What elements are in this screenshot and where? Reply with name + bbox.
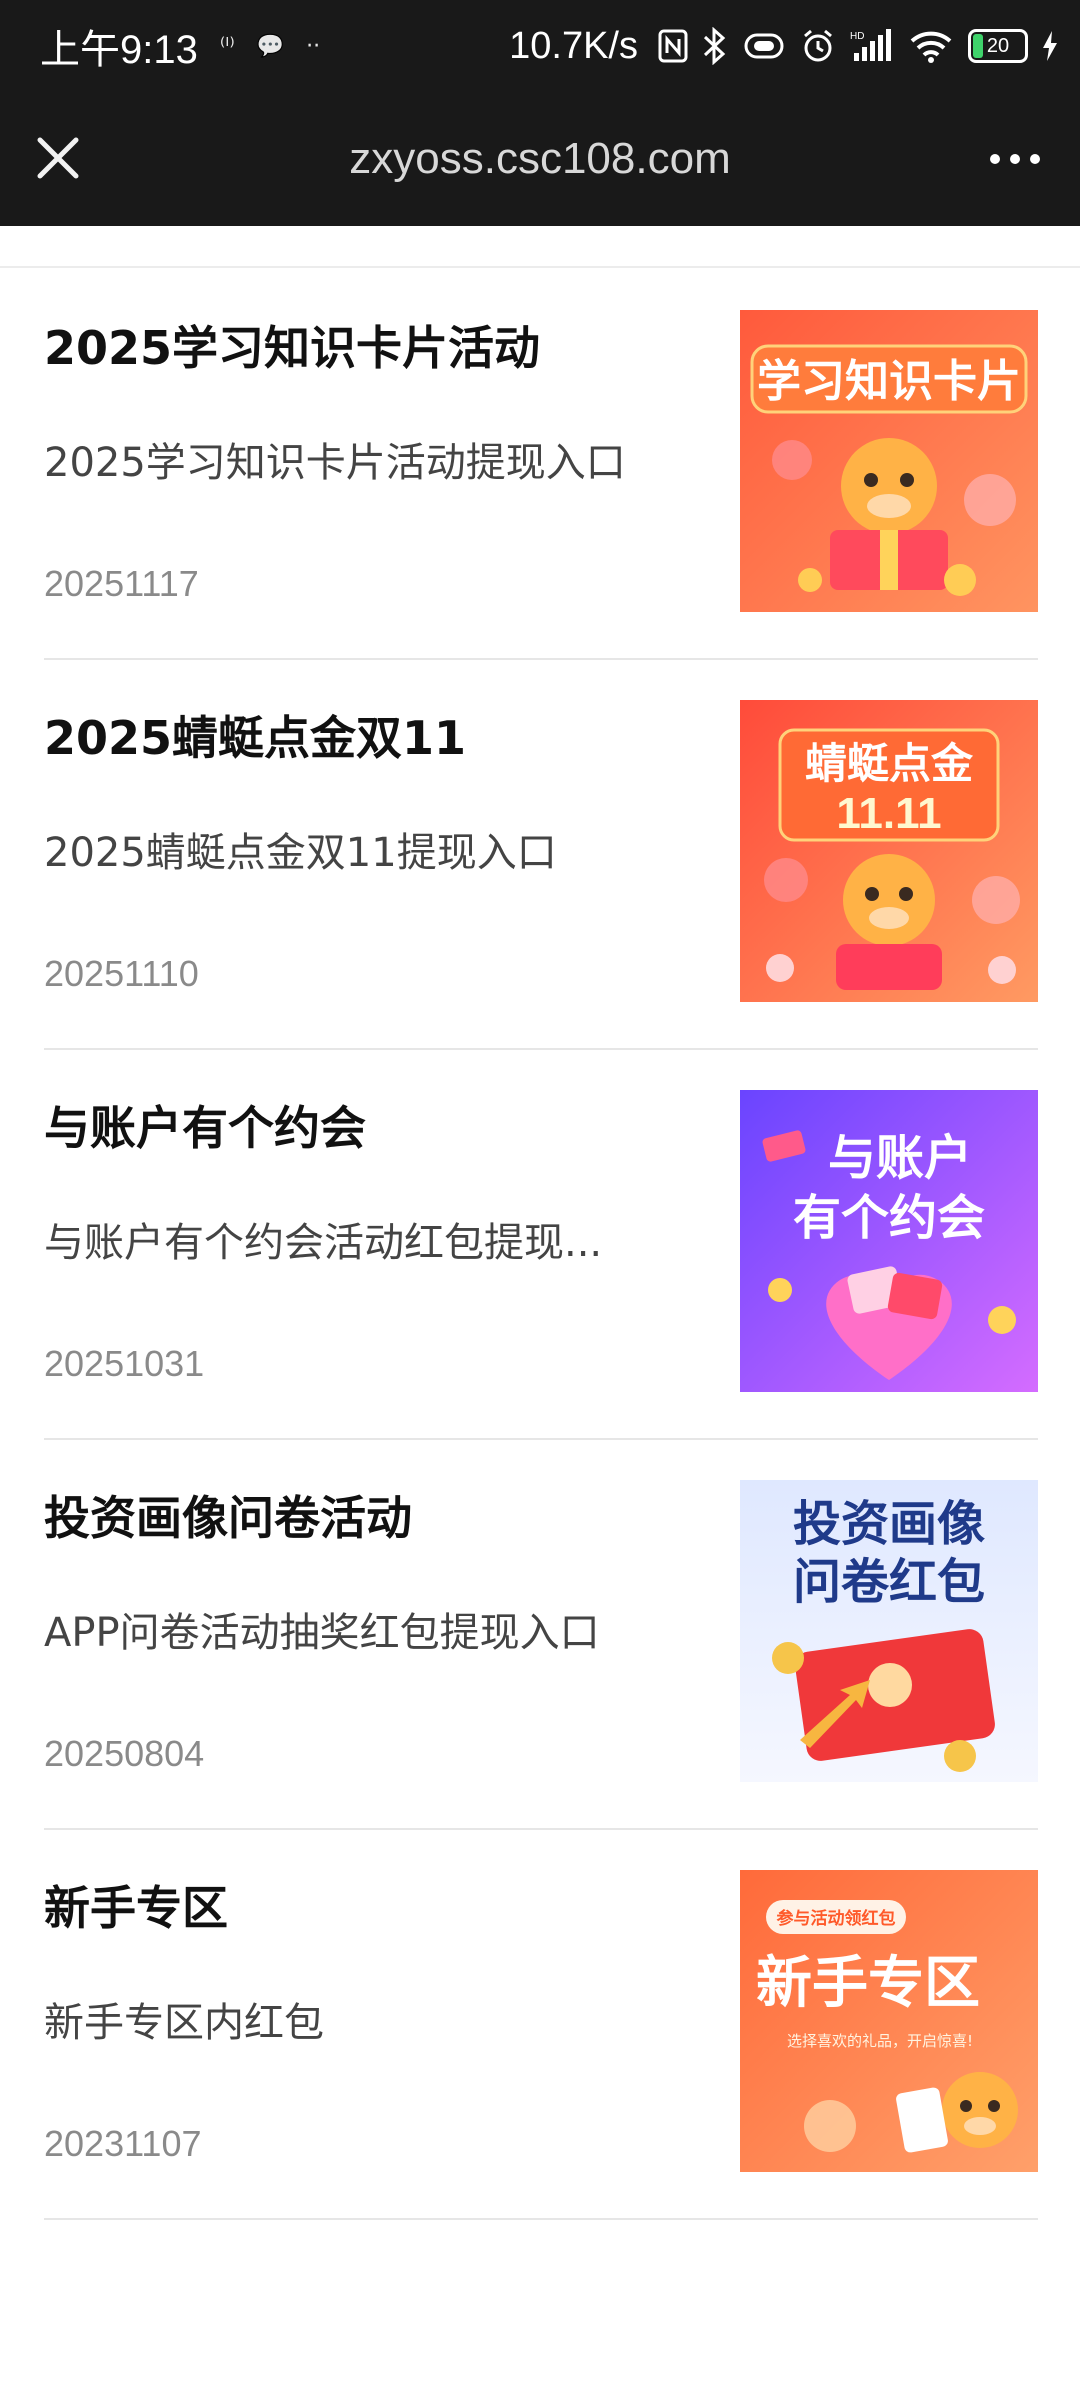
battery-icon: 20 xyxy=(968,29,1028,63)
item-title: 2025学习知识卡片活动 xyxy=(44,321,541,375)
item-description: 与账户有个约会活动红包提现... xyxy=(44,1220,603,1266)
item-date: 20251031 xyxy=(44,1343,205,1384)
wifi-icon xyxy=(908,29,954,63)
divider xyxy=(44,2218,1038,2220)
item-date: 20231107 xyxy=(44,2123,202,2164)
thumb-text: 选择喜欢的礼品，开启惊喜! xyxy=(787,2032,973,2050)
more-options-button[interactable] xyxy=(980,136,1050,182)
list-item[interactable]: 投资画像问卷活动 APP问卷活动抽奖红包提现入口 20250804 投资画像 问… xyxy=(0,1440,1080,1830)
item-thumbnail[interactable]: 投资画像 问卷红包 xyxy=(740,1480,1038,1782)
browser-header: zxyoss.csc108.com xyxy=(0,92,1080,226)
thumb-text: 问卷红包 xyxy=(793,1554,985,1610)
more-dot-icon xyxy=(990,154,1000,164)
item-date: 20250804 xyxy=(44,1733,205,1774)
thumb-text: 新手专区 xyxy=(756,1951,980,2016)
item-description: 2025蜻蜓点金双11提现入口 xyxy=(44,830,557,876)
list-item[interactable]: 2025蜻蜓点金双11 2025蜻蜓点金双11提现入口 20251110 蜻蜓点… xyxy=(0,660,1080,1050)
divider xyxy=(0,266,1080,268)
thumb-text: 与账户 xyxy=(828,1130,972,1186)
list-item[interactable]: 与账户有个约会 与账户有个约会活动红包提现... 20251031 与账户 有个… xyxy=(0,1050,1080,1440)
vibrate-icon xyxy=(742,31,786,61)
alarm-icon xyxy=(800,28,836,64)
item-thumbnail[interactable]: 与账户 有个约会 xyxy=(740,1090,1038,1392)
thumb-text: 有个约会 xyxy=(793,1190,985,1246)
item-description: 2025学习知识卡片活动提现入口 xyxy=(44,440,626,486)
item-thumbnail[interactable]: 参与活动领红包 新手专区 选择喜欢的礼品，开启惊喜! xyxy=(740,1870,1038,2172)
item-description: 新手专区内红包 xyxy=(44,2000,324,2046)
thumb-text: 参与活动领红包 xyxy=(777,1908,896,1929)
more-notifications-icon: ·· xyxy=(306,33,321,59)
thumb-text: 蜻蜓点金 xyxy=(805,739,974,788)
item-thumbnail[interactable]: 蜻蜓点金 11.11 xyxy=(740,700,1038,1002)
thumb-text: 11.11 xyxy=(836,789,941,838)
item-date: 20251110 xyxy=(44,953,199,994)
item-thumbnail[interactable]: 学习知识卡片 xyxy=(740,310,1038,612)
status-bar: 上午9:13 ⁽ᴵ⁾ 💬 ·· 10.7K/s HD 20 xyxy=(0,0,1080,92)
item-title: 2025蜻蜓点金双11 xyxy=(44,711,467,765)
item-description: APP问卷活动抽奖红包提现入口 xyxy=(44,1610,600,1656)
item-date: 20251117 xyxy=(44,563,199,604)
svg-text:HD: HD xyxy=(850,31,864,42)
list-item[interactable]: 新手专区 新手专区内红包 20231107 参与活动领红包 新手专区 选择喜欢的… xyxy=(0,1830,1080,2220)
list-item[interactable]: 2025学习知识卡片活动 2025学习知识卡片活动提现入口 20251117 学… xyxy=(0,270,1080,660)
bluetooth-icon xyxy=(702,27,728,65)
charging-icon xyxy=(1042,31,1058,61)
battery-level: 20 xyxy=(986,34,1010,57)
more-dot-icon xyxy=(1030,154,1040,164)
signal-icon: HD xyxy=(850,29,894,63)
thumb-text: 投资画像 xyxy=(793,1496,985,1552)
item-title: 与账户有个约会 xyxy=(44,1101,366,1155)
item-title: 投资画像问卷活动 xyxy=(44,1491,412,1545)
message-icon: 💬 xyxy=(256,33,285,59)
notification-icon: ⁽ᴵ⁾ xyxy=(219,33,235,59)
more-dot-icon xyxy=(1010,154,1020,164)
thumb-text: 学习知识卡片 xyxy=(757,356,1021,407)
activity-list: 2025学习知识卡片活动 2025学习知识卡片活动提现入口 20251117 学… xyxy=(0,270,1080,2220)
status-time: 上午9:13 xyxy=(40,28,198,72)
nfc-icon xyxy=(658,29,688,63)
network-speed: 10.7K/s xyxy=(509,24,638,67)
item-title: 新手专区 xyxy=(44,1881,228,1935)
page-domain: zxyoss.csc108.com xyxy=(349,134,731,183)
